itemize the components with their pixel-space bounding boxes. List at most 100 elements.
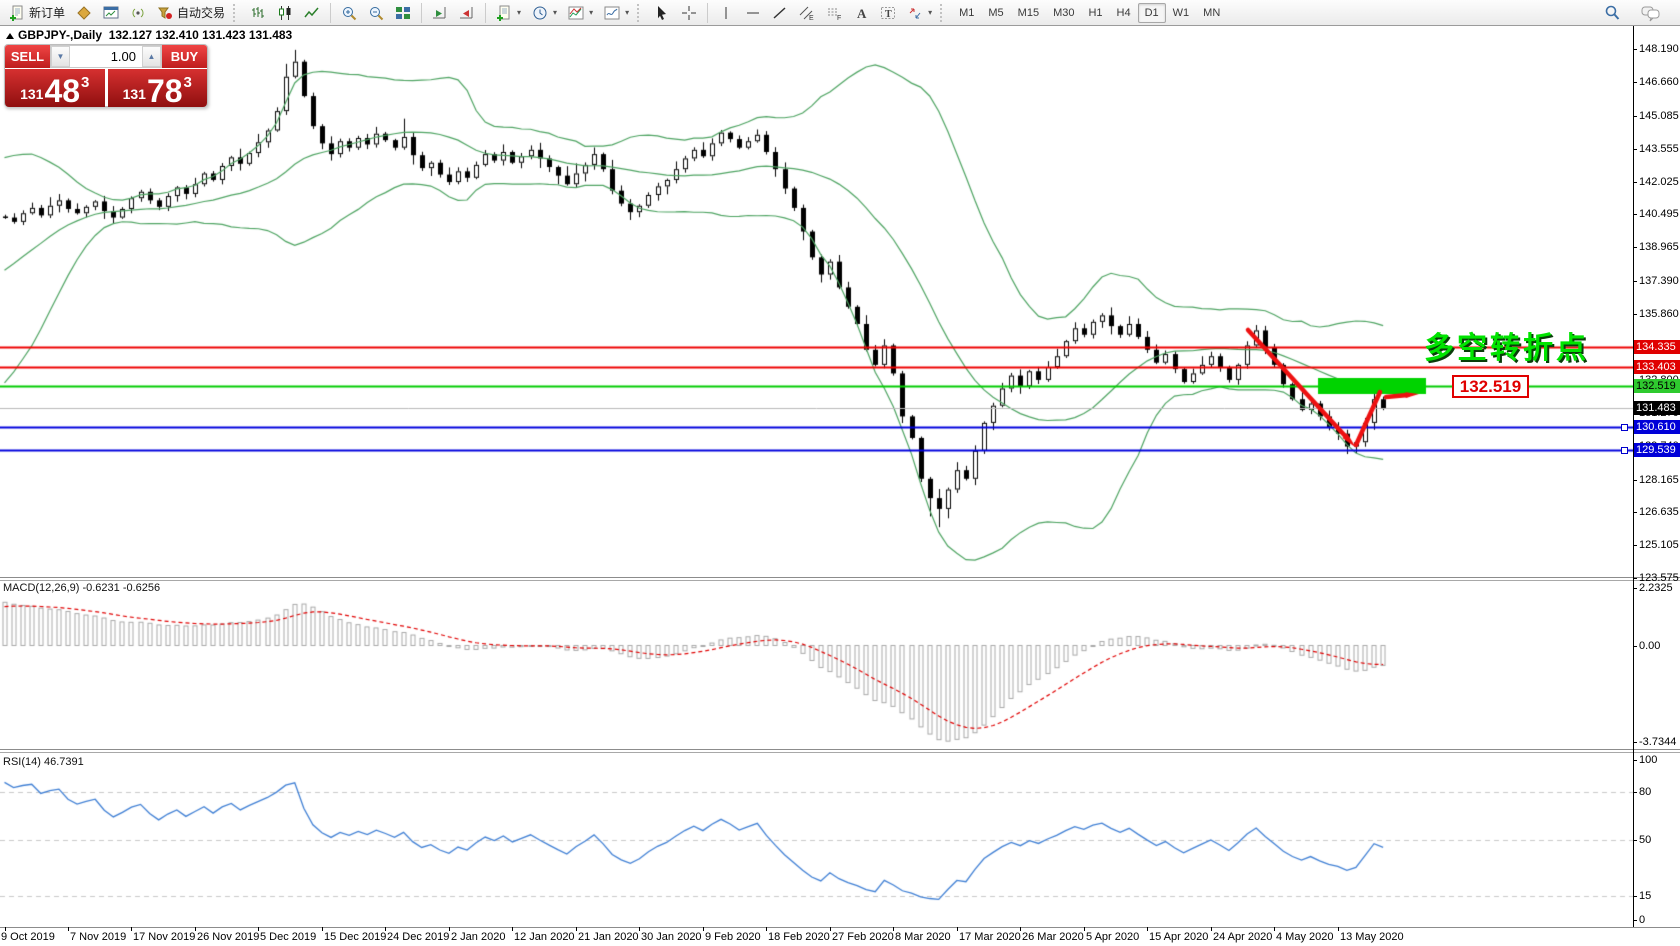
timeframe-button-M1[interactable]: M1 bbox=[952, 3, 981, 23]
pane-divider[interactable] bbox=[0, 580, 1680, 581]
periods-dropdown[interactable]: ▾ bbox=[527, 1, 562, 25]
timeframe-toolbar: M1M5M15M30H1H4D1W1MN bbox=[952, 3, 1227, 23]
level-price-label[interactable]: 130.610 bbox=[1634, 420, 1680, 434]
price-tick-label: 145.085 bbox=[1639, 110, 1679, 122]
search-button[interactable] bbox=[1598, 1, 1626, 25]
date-label[interactable]: 2 Jan 2020 bbox=[451, 931, 505, 943]
date-label[interactable]: 17 Nov 2019 bbox=[133, 931, 195, 943]
date-label[interactable]: 15 Apr 2020 bbox=[1149, 931, 1208, 943]
current-price-label[interactable]: 131.483 bbox=[1634, 401, 1680, 415]
pane-divider[interactable] bbox=[0, 752, 1680, 753]
timeframe-button-M30[interactable]: M30 bbox=[1046, 3, 1081, 23]
timeframe-button-M15[interactable]: M15 bbox=[1011, 3, 1046, 23]
line-handle[interactable] bbox=[1621, 424, 1628, 431]
crosshair-button[interactable] bbox=[676, 1, 702, 25]
candlestick-chart-button[interactable] bbox=[272, 1, 298, 25]
vertical-line-button[interactable] bbox=[713, 1, 739, 25]
date-label[interactable]: 24 Dec 2019 bbox=[387, 931, 449, 943]
timeframe-button-D1[interactable]: D1 bbox=[1138, 3, 1166, 23]
date-label[interactable]: 12 Jan 2020 bbox=[514, 931, 575, 943]
price-callout-label[interactable]: 132.519 bbox=[1452, 375, 1529, 398]
line-handle[interactable] bbox=[1621, 447, 1628, 454]
bar-chart-button[interactable] bbox=[245, 1, 271, 25]
rsi-pane-canvas[interactable] bbox=[0, 753, 1633, 927]
date-label[interactable]: 24 Apr 2020 bbox=[1213, 931, 1272, 943]
date-label[interactable]: 17 Mar 2020 bbox=[959, 931, 1021, 943]
chart-shift-button[interactable] bbox=[454, 1, 480, 25]
horizontal-line-button[interactable] bbox=[740, 1, 766, 25]
date-label[interactable]: 5 Dec 2019 bbox=[260, 931, 316, 943]
auto-scroll-button[interactable] bbox=[427, 1, 453, 25]
date-label[interactable]: 5 Apr 2020 bbox=[1086, 931, 1139, 943]
level-price-label[interactable]: 134.335 bbox=[1634, 340, 1680, 354]
line-chart-button[interactable] bbox=[299, 1, 325, 25]
candlestick-chart-icon bbox=[277, 5, 293, 21]
main-chart-canvas[interactable] bbox=[0, 26, 1633, 577]
macd-axis-tick bbox=[1633, 646, 1637, 647]
date-label[interactable]: 7 Nov 2019 bbox=[70, 931, 126, 943]
signals-button[interactable] bbox=[125, 1, 151, 25]
svg-text:T: T bbox=[885, 9, 892, 20]
date-axis-tick bbox=[893, 927, 894, 931]
auto-trading-label: 自动交易 bbox=[177, 4, 225, 21]
chat-button[interactable] bbox=[1636, 1, 1666, 25]
date-label[interactable]: 30 Jan 2020 bbox=[641, 931, 702, 943]
new-order-button[interactable]: 新订单 bbox=[4, 1, 70, 25]
date-axis-tick bbox=[576, 927, 577, 931]
new-chart-dropdown[interactable]: ▾ bbox=[491, 1, 526, 25]
toolbar-grip bbox=[233, 4, 240, 22]
pane-divider[interactable] bbox=[0, 749, 1680, 750]
date-label[interactable]: 9 Oct 2019 bbox=[1, 931, 55, 943]
rsi-tick-label: 0 bbox=[1639, 914, 1645, 926]
date-label[interactable]: 27 Feb 2020 bbox=[832, 931, 894, 943]
auto-scroll-icon bbox=[432, 5, 448, 21]
equidistant-channel-button[interactable]: E bbox=[794, 1, 820, 25]
text-button[interactable]: A bbox=[848, 1, 874, 25]
rsi-indicator-label: RSI(14) 46.7391 bbox=[3, 756, 84, 768]
date-label[interactable]: 13 May 2020 bbox=[1340, 931, 1404, 943]
fibonacci-button[interactable]: F bbox=[821, 1, 847, 25]
timeframe-button-H4[interactable]: H4 bbox=[1110, 3, 1138, 23]
date-label[interactable]: 18 Feb 2020 bbox=[768, 931, 830, 943]
cursor-button[interactable] bbox=[649, 1, 675, 25]
level-price-label[interactable]: 132.519 bbox=[1634, 379, 1680, 393]
timeframe-button-H1[interactable]: H1 bbox=[1081, 3, 1109, 23]
date-label[interactable]: 26 Nov 2019 bbox=[197, 931, 259, 943]
macd-pane-canvas[interactable] bbox=[0, 580, 1633, 750]
price-axis-tick bbox=[1633, 247, 1637, 248]
date-label[interactable]: 21 Jan 2020 bbox=[578, 931, 639, 943]
pane-divider[interactable] bbox=[0, 577, 1680, 578]
timeframe-button-MN[interactable]: MN bbox=[1196, 3, 1227, 23]
market-watch-button[interactable] bbox=[98, 1, 124, 25]
tile-windows-icon bbox=[395, 5, 411, 21]
level-price-label[interactable]: 129.539 bbox=[1634, 443, 1680, 457]
chevron-down-icon: ▾ bbox=[589, 8, 593, 17]
chevron-down-icon: ▾ bbox=[517, 8, 521, 17]
date-label[interactable]: 26 Mar 2020 bbox=[1022, 931, 1084, 943]
zoom-in-button[interactable] bbox=[336, 1, 362, 25]
level-price-label[interactable]: 133.403 bbox=[1634, 360, 1680, 374]
editor-button[interactable] bbox=[71, 1, 97, 25]
timeframe-button-M5[interactable]: M5 bbox=[981, 3, 1010, 23]
price-axis-tick bbox=[1633, 480, 1637, 481]
equidistant-channel-icon: E bbox=[799, 5, 815, 21]
turning-point-annotation[interactable]: 多空转折点 bbox=[1424, 323, 1589, 367]
price-axis-tick bbox=[1633, 149, 1637, 150]
new-chart-icon bbox=[496, 5, 512, 21]
date-label[interactable]: 8 Mar 2020 bbox=[895, 931, 951, 943]
zoom-out-button[interactable] bbox=[363, 1, 389, 25]
date-label[interactable]: 15 Dec 2019 bbox=[324, 931, 386, 943]
auto-trading-button[interactable]: 自动交易 bbox=[152, 1, 230, 25]
date-label[interactable]: 4 May 2020 bbox=[1276, 931, 1333, 943]
text-label-button[interactable]: T bbox=[875, 1, 901, 25]
tile-windows-button[interactable] bbox=[390, 1, 416, 25]
rsi-axis-tick bbox=[1633, 792, 1637, 793]
arrows-dropdown[interactable]: ▾ bbox=[902, 1, 937, 25]
templates-dropdown[interactable]: ▾ bbox=[599, 1, 634, 25]
date-axis-tick bbox=[703, 927, 704, 931]
date-label[interactable]: 9 Feb 2020 bbox=[705, 931, 761, 943]
timeframe-button-W1[interactable]: W1 bbox=[1166, 3, 1197, 23]
clock-icon bbox=[532, 5, 548, 21]
trendline-button[interactable] bbox=[767, 1, 793, 25]
indicators-dropdown[interactable]: ▾ bbox=[563, 1, 598, 25]
